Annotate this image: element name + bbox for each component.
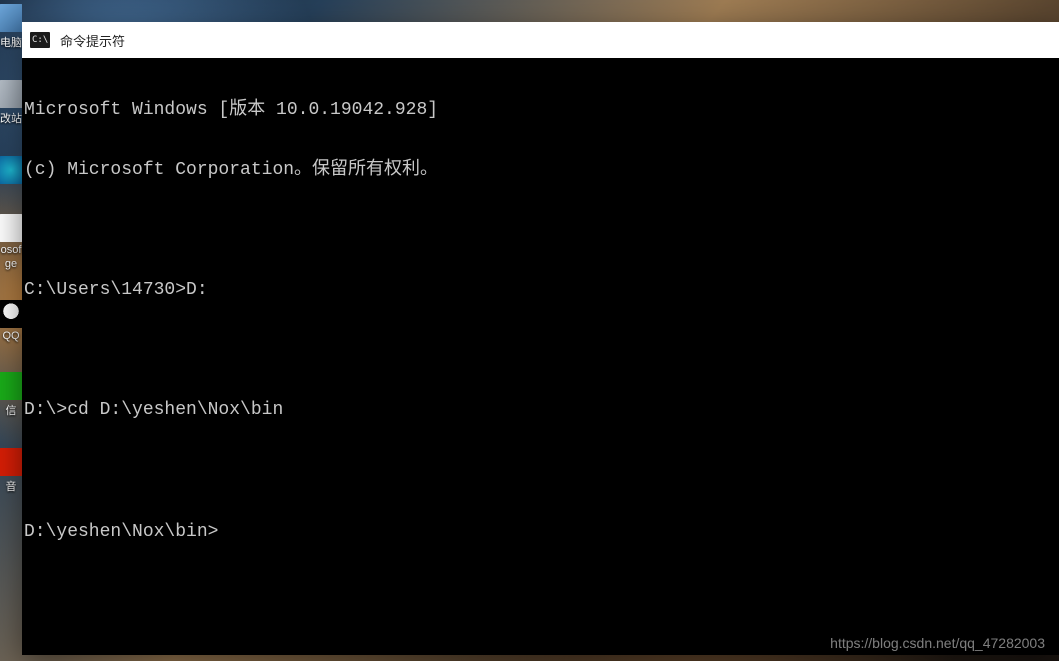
terminal-prompt-text: D:\yeshen\Nox\bin> bbox=[24, 522, 218, 542]
desktop-icon-label: 音 bbox=[6, 478, 17, 494]
window-titlebar[interactable]: C:\ 命令提示符 bbox=[22, 22, 1059, 58]
terminal-line: (c) Microsoft Corporation。保留所有权利。 bbox=[24, 160, 1057, 180]
cursor-icon bbox=[218, 520, 227, 538]
terminal-line: C:\Users\14730>D: bbox=[24, 280, 1057, 300]
desktop-icon-label: ge bbox=[5, 258, 17, 270]
window-title: 命令提示符 bbox=[60, 31, 125, 50]
computer-icon bbox=[0, 4, 22, 32]
desktop-icon-label: 信 bbox=[6, 402, 17, 418]
desktop-icon-qq[interactable]: QQ bbox=[0, 300, 22, 342]
terminal-prompt-line: D:\yeshen\Nox\bin> bbox=[24, 520, 1057, 542]
desktop-icon-netease[interactable]: 音 bbox=[0, 448, 22, 494]
desktop-icon-computer[interactable]: 电脑 bbox=[0, 4, 22, 50]
desktop-icon-wechat[interactable]: 信 bbox=[0, 372, 22, 418]
ms-store-icon bbox=[0, 214, 22, 242]
desktop-icon-edge[interactable] bbox=[0, 156, 22, 184]
recycle-bin-icon bbox=[0, 80, 22, 108]
terminal-line: Microsoft Windows [版本 10.0.19042.928] bbox=[24, 100, 1057, 120]
cmd-window: C:\ 命令提示符 Microsoft Windows [版本 10.0.190… bbox=[22, 22, 1059, 655]
desktop-icon-label: 改站 bbox=[0, 110, 22, 126]
terminal-line: D:\>cd D:\yeshen\Nox\bin bbox=[24, 400, 1057, 420]
desktop-icon-msoft[interactable]: osof ge bbox=[0, 214, 22, 270]
terminal-line bbox=[24, 460, 1057, 480]
terminal-line bbox=[24, 220, 1057, 240]
desktop-icon-label: osof bbox=[1, 244, 22, 256]
qq-icon bbox=[0, 300, 22, 328]
desktop-icon-label: 电脑 bbox=[0, 34, 22, 50]
cmd-icon: C:\ bbox=[30, 32, 50, 48]
terminal-area[interactable]: Microsoft Windows [版本 10.0.19042.928] (c… bbox=[22, 58, 1059, 655]
netease-icon bbox=[0, 448, 22, 476]
desktop-icon-recycle[interactable]: 改站 bbox=[0, 80, 22, 126]
edge-icon bbox=[0, 156, 22, 184]
terminal-line bbox=[24, 340, 1057, 360]
desktop-icon-label: QQ bbox=[2, 330, 19, 342]
desktop-icon-column: 电脑 改站 osof ge QQ 信 音 bbox=[0, 0, 22, 661]
wechat-icon bbox=[0, 372, 22, 400]
